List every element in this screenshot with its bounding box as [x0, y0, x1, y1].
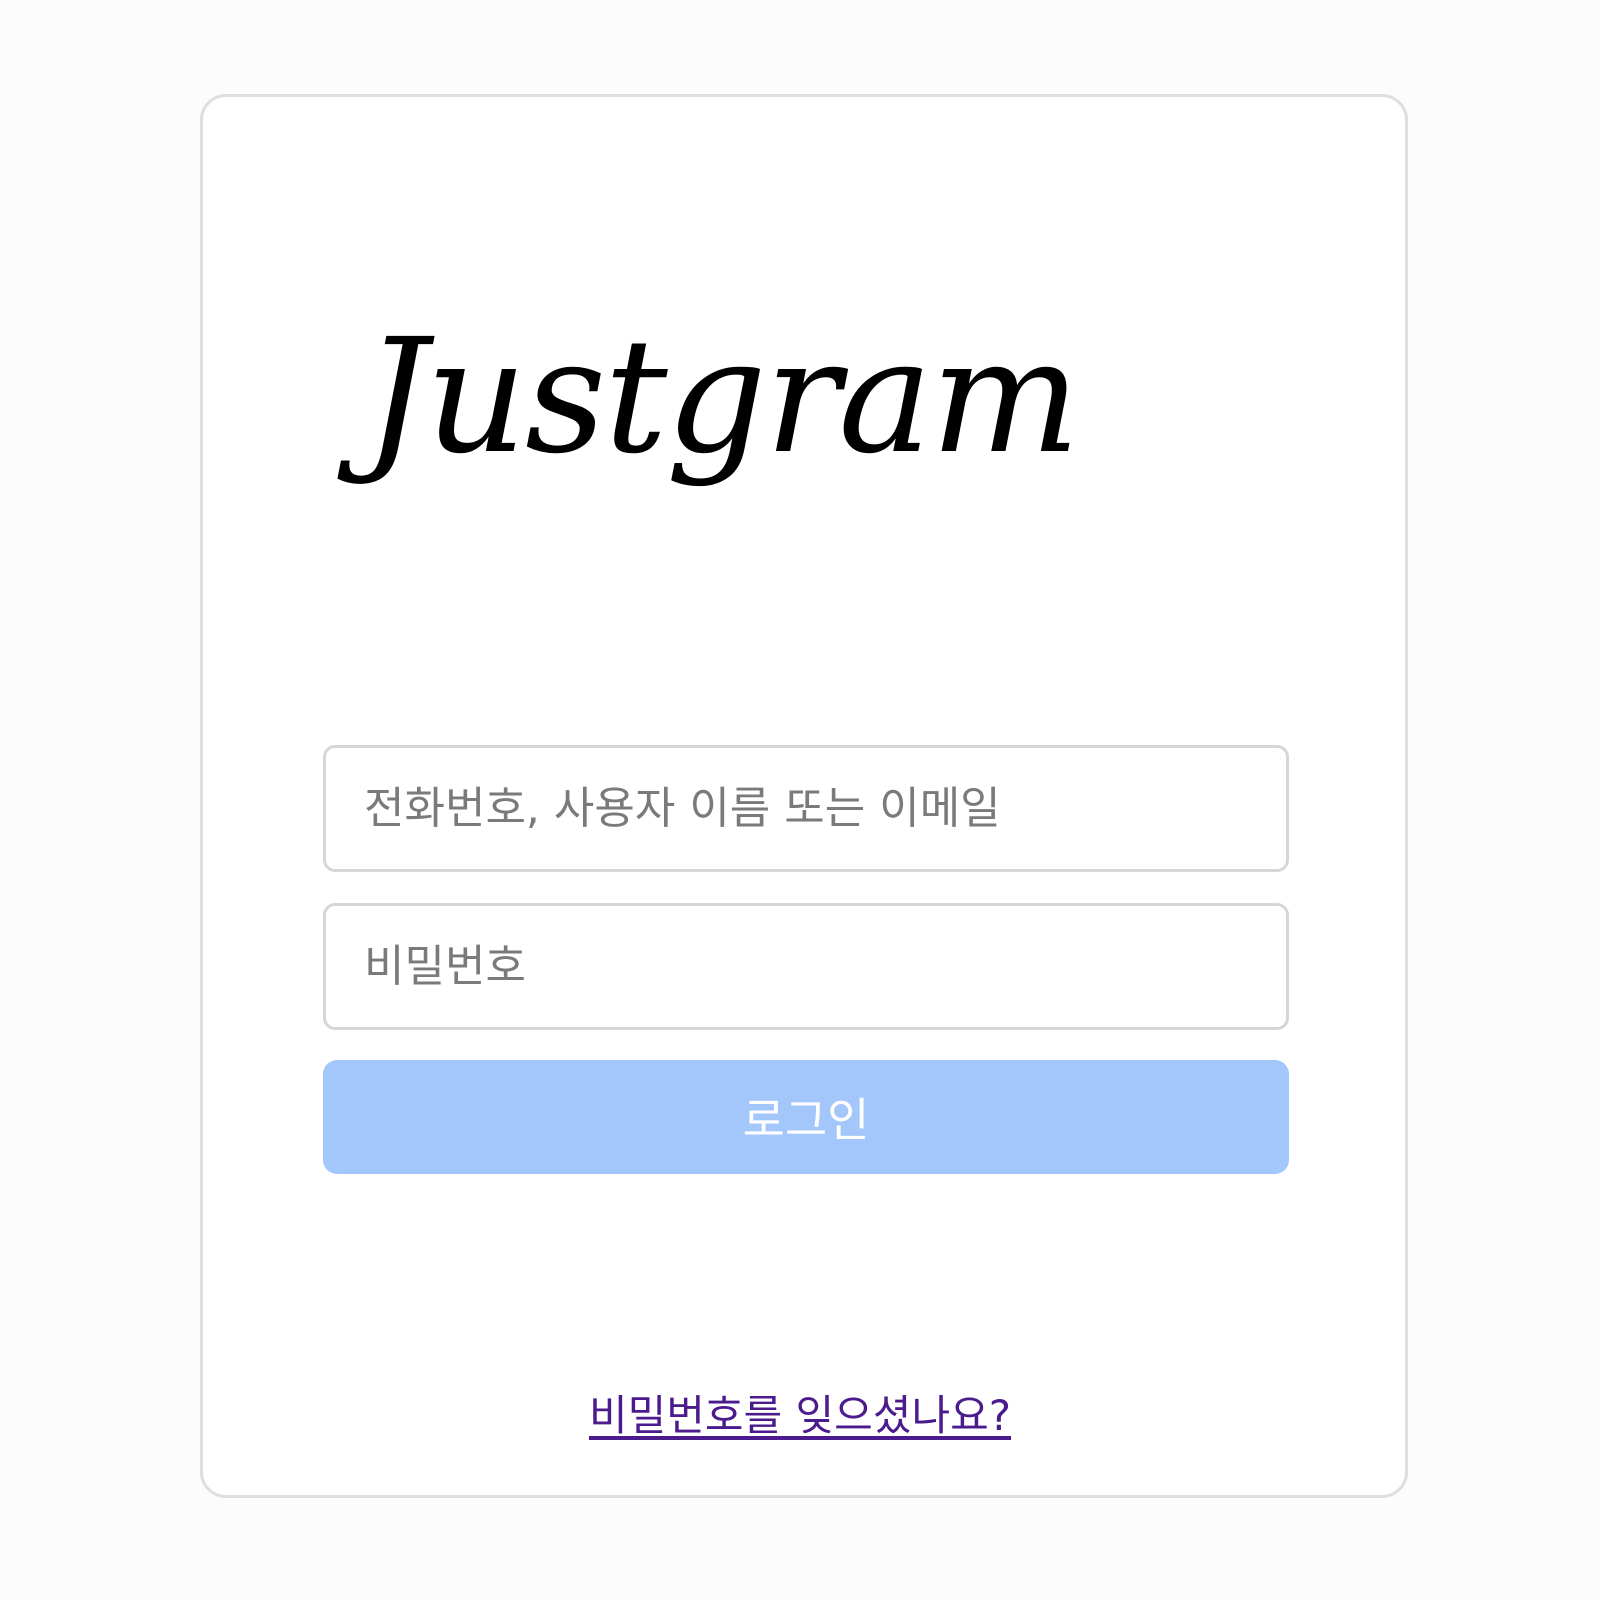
forgot-password-link[interactable]: 비밀번호를 잊으셨나요? [0, 1382, 1600, 1443]
username-input[interactable] [323, 745, 1289, 872]
login-page: Justgram 로그인 비밀번호를 잊으셨나요? [0, 0, 1600, 1600]
app-logo: Justgram [364, 305, 1080, 489]
password-input[interactable] [323, 903, 1289, 1030]
login-button[interactable]: 로그인 [323, 1060, 1289, 1174]
